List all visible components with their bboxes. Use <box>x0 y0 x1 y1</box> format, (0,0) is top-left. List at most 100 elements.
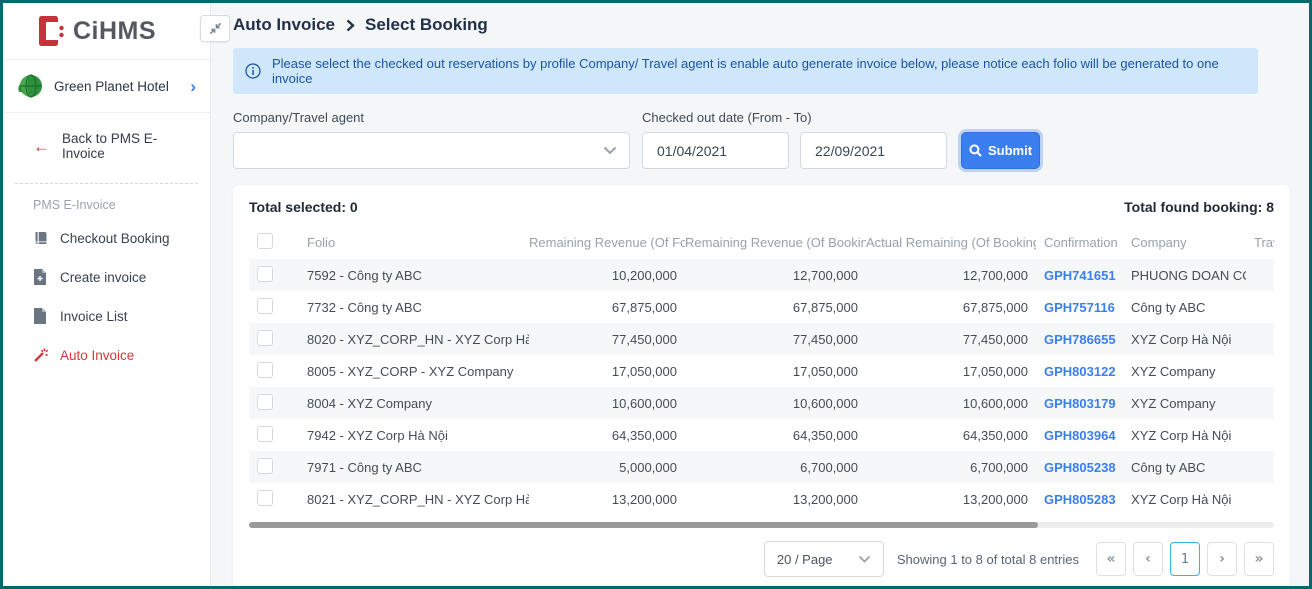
column-header-actual-remaining: Actual Remaining (Of Booking) <box>866 235 1036 250</box>
pagination-bar: 20 / Page Showing 1 to 8 of total 8 entr… <box>249 541 1274 577</box>
table-body: 7592 - Công ty ABC 10,200,000 12,700,000… <box>249 259 1274 515</box>
arrow-left-icon: ← <box>33 138 50 155</box>
horizontal-scrollbar <box>249 522 1274 528</box>
search-icon <box>969 144 982 157</box>
row-checkbox[interactable] <box>257 362 273 378</box>
totals-row: Total selected: 0 Total found booking: 8 <box>249 199 1274 215</box>
select-all-checkbox[interactable] <box>257 233 273 249</box>
remaining-revenue-booking-cell: 17,050,000 <box>685 364 866 379</box>
column-header-confirmation: Confirmation <box>1036 235 1123 250</box>
pagination-summary: Showing 1 to 8 of total 8 entries <box>897 552 1079 567</box>
page-size-value: 20 / Page <box>777 552 833 567</box>
previous-page-button[interactable]: ‹ <box>1133 542 1163 576</box>
remaining-revenue-folio-cell: 17,050,000 <box>529 364 685 379</box>
total-found-booking: Total found booking: 8 <box>1124 199 1274 215</box>
sidebar-item-label: Create invoice <box>60 270 146 285</box>
company-select[interactable] <box>233 132 630 169</box>
breadcrumb: Auto Invoice Select Booking <box>233 15 1309 35</box>
scrollbar-thumb[interactable] <box>249 522 1038 528</box>
confirmation-link[interactable]: GPH803122 <box>1044 364 1116 379</box>
company-cell: Công ty ABC <box>1123 460 1246 475</box>
back-label: Back to PMS E-Invoice <box>62 131 196 161</box>
company-cell: XYZ Company <box>1123 364 1246 379</box>
company-field: Company/Travel agent <box>233 110 630 169</box>
date-to-input[interactable] <box>800 132 947 169</box>
actual-remaining-cell: 6,700,000 <box>866 460 1036 475</box>
actual-remaining-cell: 67,875,000 <box>866 300 1036 315</box>
column-header-remaining-revenue-folio: Remaining Revenue (Of Folio) <box>529 235 685 250</box>
back-to-pms-link[interactable]: ← Back to PMS E-Invoice <box>3 113 210 175</box>
chevron-down-icon <box>603 146 617 155</box>
folio-cell: 7942 - XYZ Corp Hà Nội <box>307 428 529 443</box>
remaining-revenue-booking-cell: 6,700,000 <box>685 460 866 475</box>
page-size-select[interactable]: 20 / Page <box>764 541 884 577</box>
actual-remaining-cell: 12,700,000 <box>866 268 1036 283</box>
hotel-selector[interactable]: Green Planet Hotel › <box>3 60 210 113</box>
folio-cell: 8021 - XYZ_CORP_HN - XYZ Corp Hà Nội <box>307 492 529 507</box>
last-page-button[interactable]: » <box>1244 542 1274 576</box>
info-icon <box>245 63 261 79</box>
folio-cell: 7732 - Công ty ABC <box>307 300 529 315</box>
table-row: 8004 - XYZ Company 10,600,000 10,600,000… <box>249 387 1274 419</box>
table-row: 8020 - XYZ_CORP_HN - XYZ Corp Hà Nội 77,… <box>249 323 1274 355</box>
sidebar-item-auto-invoice[interactable]: Auto Invoice <box>3 339 210 371</box>
current-page-button[interactable]: 1 <box>1170 542 1200 576</box>
table-row: 7592 - Công ty ABC 10,200,000 12,700,000… <box>249 259 1274 291</box>
table-row: 8021 - XYZ_CORP_HN - XYZ Corp Hà Nội 13,… <box>249 483 1274 515</box>
sidebar-item-checkout-booking[interactable]: Checkout Booking <box>3 222 210 254</box>
remaining-revenue-folio-cell: 67,875,000 <box>529 300 685 315</box>
confirmation-link[interactable]: GPH805283 <box>1044 492 1116 507</box>
table-row: 7732 - Công ty ABC 67,875,000 67,875,000… <box>249 291 1274 323</box>
sidebar-item-create-invoice[interactable]: Create invoice <box>3 261 210 293</box>
company-cell: XYZ Corp Hà Nội <box>1123 492 1246 507</box>
sidebar-item-label: Checkout Booking <box>60 231 170 246</box>
confirmation-link[interactable]: GPH805238 <box>1044 460 1116 475</box>
confirmation-link[interactable]: GPH757116 <box>1044 300 1115 315</box>
remaining-revenue-folio-cell: 10,200,000 <box>529 268 685 283</box>
sidebar-item-invoice-list[interactable]: Invoice List <box>3 300 210 332</box>
app-window: CiHMS Green Plan <box>0 0 1312 589</box>
remaining-revenue-booking-cell: 10,600,000 <box>685 396 866 411</box>
row-checkbox[interactable] <box>257 298 273 314</box>
chevron-right-icon: › <box>190 78 196 95</box>
confirmation-link[interactable]: GPH803964 <box>1044 428 1116 443</box>
sidebar: CiHMS Green Plan <box>3 3 211 586</box>
row-checkbox[interactable] <box>257 458 273 474</box>
column-header-company: Company <box>1123 235 1246 250</box>
date-from-input[interactable] <box>642 132 789 169</box>
row-checkbox[interactable] <box>257 330 273 346</box>
remaining-revenue-folio-cell: 13,200,000 <box>529 492 685 507</box>
hotel-name: Green Planet Hotel <box>54 79 190 94</box>
actual-remaining-cell: 64,350,000 <box>866 428 1036 443</box>
remaining-revenue-booking-cell: 77,450,000 <box>685 332 866 347</box>
globe-icon <box>16 72 44 100</box>
folio-cell: 7971 - Công ty ABC <box>307 460 529 475</box>
chevron-down-icon <box>858 555 871 563</box>
remaining-revenue-folio-cell: 5,000,000 <box>529 460 685 475</box>
table-row: 8005 - XYZ_CORP - XYZ Company 17,050,000… <box>249 355 1274 387</box>
next-page-button[interactable]: › <box>1207 542 1237 576</box>
confirmation-link[interactable]: GPH741651 <box>1044 268 1116 283</box>
row-checkbox[interactable] <box>257 490 273 506</box>
actual-remaining-cell: 10,600,000 <box>866 396 1036 411</box>
remaining-revenue-folio-cell: 10,600,000 <box>529 396 685 411</box>
divider <box>15 183 198 184</box>
row-checkbox[interactable] <box>257 266 273 282</box>
actual-remaining-cell: 77,450,000 <box>866 332 1036 347</box>
logo-text: CiHMS <box>73 17 156 46</box>
submit-label: Submit <box>988 143 1032 158</box>
first-page-button[interactable]: « <box>1096 542 1126 576</box>
row-checkbox[interactable] <box>257 426 273 442</box>
main-content: Auto Invoice Select Booking Please selec… <box>211 3 1309 586</box>
table-header-row: Folio Remaining Revenue (Of Folio) Remai… <box>249 225 1274 259</box>
confirmation-link[interactable]: GPH803179 <box>1044 396 1116 411</box>
remaining-revenue-folio-cell: 77,450,000 <box>529 332 685 347</box>
sidebar-collapse-button[interactable] <box>200 15 230 42</box>
submit-button[interactable]: Submit <box>961 132 1040 169</box>
magic-wand-icon <box>33 347 49 363</box>
company-cell: XYZ Corp Hà Nội <box>1123 428 1246 443</box>
sidebar-item-label: Auto Invoice <box>60 348 134 363</box>
confirmation-link[interactable]: GPH786655 <box>1044 332 1116 347</box>
folio-cell: 8020 - XYZ_CORP_HN - XYZ Corp Hà Nội <box>307 332 529 347</box>
row-checkbox[interactable] <box>257 394 273 410</box>
